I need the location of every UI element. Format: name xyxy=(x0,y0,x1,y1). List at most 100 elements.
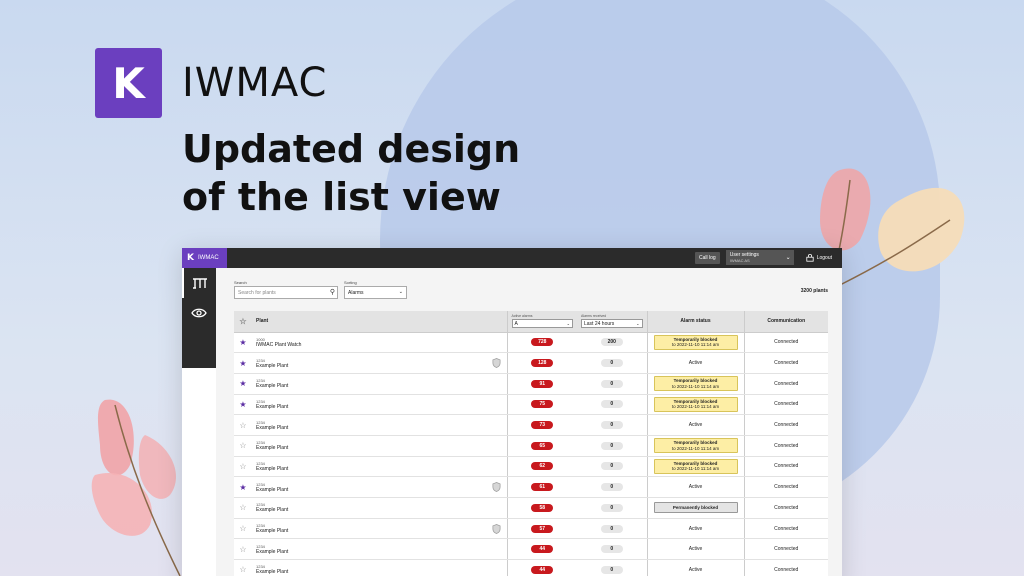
shield-icon xyxy=(492,482,501,493)
status-until: to 2022-11-10 11:14 am xyxy=(671,445,720,451)
logout-button[interactable]: Logout xyxy=(806,253,832,262)
header-active-alarms: Active alarms A ⌄ xyxy=(506,311,577,333)
star-outline-icon: ☆ xyxy=(239,565,247,575)
table-row[interactable]: ★ 1234 Example Plant 91 0 Temporarily blocked… xyxy=(234,373,828,395)
table-row[interactable]: ☆ 1234 Example Plant 44 0 Active Connected xyxy=(234,559,828,576)
status-active: Active xyxy=(688,484,703,491)
row-favorite[interactable]: ☆ xyxy=(234,435,252,457)
row-plant[interactable]: 1234 Example Plant xyxy=(252,394,507,416)
app-logo-icon: K xyxy=(187,253,194,263)
row-favorite[interactable]: ☆ xyxy=(234,518,252,540)
status-badge-permanently-blocked[interactable]: Permanently blocked xyxy=(653,502,738,514)
row-alarms-received: 0 xyxy=(577,476,647,498)
star-outline-icon: ☆ xyxy=(239,316,247,326)
alarms-received-select[interactable]: Last 24 hours ⌄ xyxy=(581,319,643,329)
row-plant[interactable]: 1234 Example Plant xyxy=(252,559,507,576)
row-plant[interactable]: 1234 Example Plant xyxy=(252,518,507,540)
table-row[interactable]: ☆ 1234 Example Plant 62 0 Temporarily blocked… xyxy=(234,456,828,478)
row-alarm-status: Temporarily blocked to 2022-11-10 11:14 a… xyxy=(646,435,744,457)
row-communication: Connected xyxy=(743,332,828,354)
table-row[interactable]: ☆ 1234 Example Plant 44 0 Active Connected xyxy=(234,538,828,561)
nav-item-watch[interactable] xyxy=(182,298,216,328)
table-row[interactable]: ★ 1234 Example Plant 128 0 Active Connected xyxy=(234,352,828,374)
table-row[interactable]: ☆ 1234 Example Plant 65 0 Temporarily blocked… xyxy=(234,435,828,457)
status-badge-temporarily-blocked[interactable]: Temporarily blocked to 2022-11-10 11:14 a… xyxy=(653,396,738,412)
sorting-value: Alarms xyxy=(348,290,364,296)
row-favorite[interactable]: ☆ xyxy=(234,456,252,478)
row-plant[interactable]: 1234 Example Plant xyxy=(252,414,507,436)
row-active-alarms: 44 xyxy=(506,559,577,576)
row-plant[interactable]: 1000 IWMAC Plant Watch xyxy=(252,332,507,354)
active-alarms-badge[interactable]: 75 xyxy=(531,400,554,409)
list-view-icon xyxy=(193,278,207,289)
chevron-down-icon: ⌄ xyxy=(398,289,403,295)
star-filled-icon: ★ xyxy=(239,379,247,389)
active-alarms-badge[interactable]: 62 xyxy=(531,462,554,471)
header-plant[interactable]: Plant xyxy=(252,311,507,333)
status-badge-temporarily-blocked[interactable]: Temporarily blocked to 2022-11-10 11:14 a… xyxy=(653,438,738,454)
search-input[interactable]: Search for plants ⚲ xyxy=(234,286,338,299)
row-alarms-received: 0 xyxy=(577,352,647,374)
row-favorite[interactable]: ☆ xyxy=(234,414,252,436)
active-alarms-badge[interactable]: 728 xyxy=(531,338,554,347)
row-favorite[interactable]: ☆ xyxy=(234,538,252,561)
table-row[interactable]: ☆ 1234 Example Plant 57 0 Active Connected xyxy=(234,518,828,540)
row-active-alarms: 61 xyxy=(506,476,577,498)
row-favorite[interactable]: ★ xyxy=(234,476,252,498)
call-log-button[interactable]: Call log xyxy=(695,251,720,264)
nav-item-list[interactable] xyxy=(182,268,216,298)
plant-name: IWMAC Plant Watch xyxy=(256,341,302,348)
row-alarm-status: Permanently blocked xyxy=(646,497,744,519)
row-active-alarms: 728 xyxy=(506,332,577,354)
row-plant[interactable]: 1234 Example Plant xyxy=(252,373,507,395)
star-outline-icon: ☆ xyxy=(239,461,247,471)
active-alarms-badge[interactable]: 91 xyxy=(531,379,554,388)
row-favorite[interactable]: ★ xyxy=(234,373,252,395)
row-favorite[interactable]: ★ xyxy=(234,332,252,354)
active-alarms-select[interactable]: A ⌄ xyxy=(511,319,573,329)
header-star[interactable]: ☆ xyxy=(234,311,252,333)
active-alarms-badge[interactable]: 57 xyxy=(531,524,554,533)
alarms-received-badge: 0 xyxy=(600,524,623,533)
brand: K IWMAC xyxy=(95,48,327,118)
app-brand[interactable]: K IWMAC xyxy=(182,248,227,268)
active-alarms-badge[interactable]: 44 xyxy=(531,565,554,574)
active-alarms-badge[interactable]: 65 xyxy=(531,441,554,450)
header-communication[interactable]: Communication xyxy=(743,311,828,333)
headline-line-2: of the list view xyxy=(182,175,501,219)
status-active: Active xyxy=(688,422,703,429)
table-row[interactable]: ★ 1000 IWMAC Plant Watch 728 200 Temporarily … xyxy=(234,332,828,354)
row-favorite[interactable]: ☆ xyxy=(234,559,252,576)
status-badge-temporarily-blocked[interactable]: Temporarily blocked to 2022-11-10 11:14 a… xyxy=(653,458,738,474)
active-alarms-badge[interactable]: 58 xyxy=(531,503,554,512)
row-plant[interactable]: 1234 Example Plant xyxy=(252,476,507,498)
active-alarms-badge[interactable]: 44 xyxy=(531,545,554,554)
alarms-received-badge: 0 xyxy=(600,421,623,430)
alarms-received-badge: 0 xyxy=(600,462,623,471)
table-row[interactable]: ☆ 1234 Example Plant 73 0 Active Connected xyxy=(234,414,828,436)
status-badge-temporarily-blocked[interactable]: Temporarily blocked to 2022-11-10 11:14 a… xyxy=(653,376,738,392)
row-plant[interactable]: 1234 Example Plant xyxy=(252,538,507,561)
sorting-select[interactable]: Alarms ⌄ xyxy=(344,286,407,299)
table-row[interactable]: ★ 1234 Example Plant 61 0 Active Connected xyxy=(234,476,828,498)
header-alarm-status[interactable]: Alarm status xyxy=(646,311,744,333)
row-favorite[interactable]: ★ xyxy=(234,352,252,374)
row-plant[interactable]: 1234 Example Plant xyxy=(252,456,507,478)
active-alarms-badge[interactable]: 128 xyxy=(531,359,554,368)
status-active: Active xyxy=(688,525,703,532)
row-favorite[interactable]: ★ xyxy=(234,394,252,416)
row-plant[interactable]: 1234 Example Plant xyxy=(252,352,507,374)
row-favorite[interactable]: ☆ xyxy=(234,497,252,519)
row-plant[interactable]: 1234 Example Plant xyxy=(252,497,507,519)
search-label: Search xyxy=(234,280,247,285)
status-badge-temporarily-blocked[interactable]: Temporarily blocked to 2022-11-10 11:14 a… xyxy=(653,334,738,350)
user-settings-dropdown[interactable]: User settings IWMAC AS ⌄ xyxy=(725,250,794,265)
alarms-received-badge: 0 xyxy=(600,545,623,554)
row-communication: Connected xyxy=(743,456,828,478)
active-alarms-badge[interactable]: 73 xyxy=(531,421,554,430)
row-plant[interactable]: 1234 Example Plant xyxy=(252,435,507,457)
status-until: to 2022-11-10 11:14 am xyxy=(671,466,720,472)
table-row[interactable]: ☆ 1234 Example Plant 58 0 Permanently blocked… xyxy=(234,497,828,519)
active-alarms-badge[interactable]: 61 xyxy=(531,483,554,492)
table-row[interactable]: ★ 1234 Example Plant 75 0 Temporarily blocked… xyxy=(234,394,828,416)
